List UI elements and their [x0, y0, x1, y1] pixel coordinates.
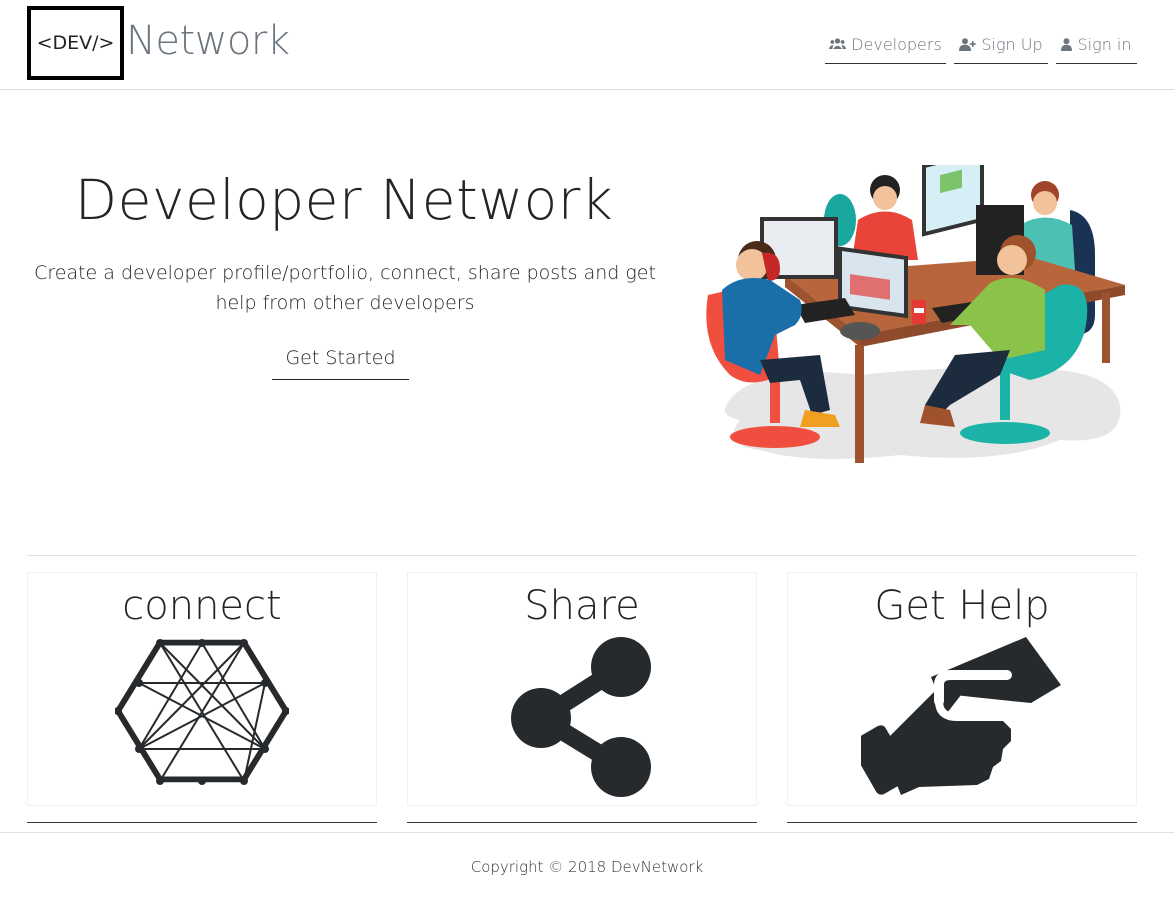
handshake-icon: [861, 637, 1061, 795]
footer-divider: [0, 832, 1174, 833]
feature-card-get-help: Get Help: [787, 572, 1137, 806]
footer-copyright: Copyright © 2018 DevNetwork: [470, 858, 704, 876]
navbar: <DEV/> Network Developers Sign Up Sign i…: [0, 0, 1174, 90]
developers-at-desk-illustration: [706, 165, 1125, 463]
nav-signup-label: Sign Up: [981, 34, 1043, 54]
share-icon: [511, 637, 651, 797]
user-plus-icon: [959, 37, 977, 51]
hero-subtitle: Create a developer profile/portfolio, co…: [34, 262, 656, 314]
user-icon: [1061, 37, 1073, 51]
get-started-button[interactable]: Get Started: [272, 336, 409, 380]
nav-developers-link[interactable]: Developers: [825, 25, 946, 64]
card-underline: [407, 822, 757, 823]
feature-card-connect: connect: [27, 572, 377, 806]
logo[interactable]: <DEV/>: [27, 6, 124, 80]
network-graph-icon: [115, 639, 289, 785]
brand-name[interactable]: Network: [126, 18, 290, 64]
section-divider: [27, 555, 1137, 556]
card-underline: [787, 822, 1137, 823]
logo-text: <DEV/>: [36, 32, 115, 54]
card-underline: [27, 822, 377, 823]
feature-title-connect: connect: [122, 583, 282, 629]
nav-signin-label: Sign in: [1077, 34, 1132, 54]
hero-title: Developer Network: [74, 168, 614, 232]
feature-card-share: Share: [407, 572, 757, 806]
nav-developers-label: Developers: [851, 34, 942, 54]
nav-signup-link[interactable]: Sign Up: [954, 25, 1048, 64]
nav-signin-link[interactable]: Sign in: [1056, 25, 1137, 64]
feature-title-share: Share: [524, 583, 640, 629]
users-icon: [829, 38, 847, 50]
feature-title-get-help: Get Help: [874, 583, 1050, 629]
